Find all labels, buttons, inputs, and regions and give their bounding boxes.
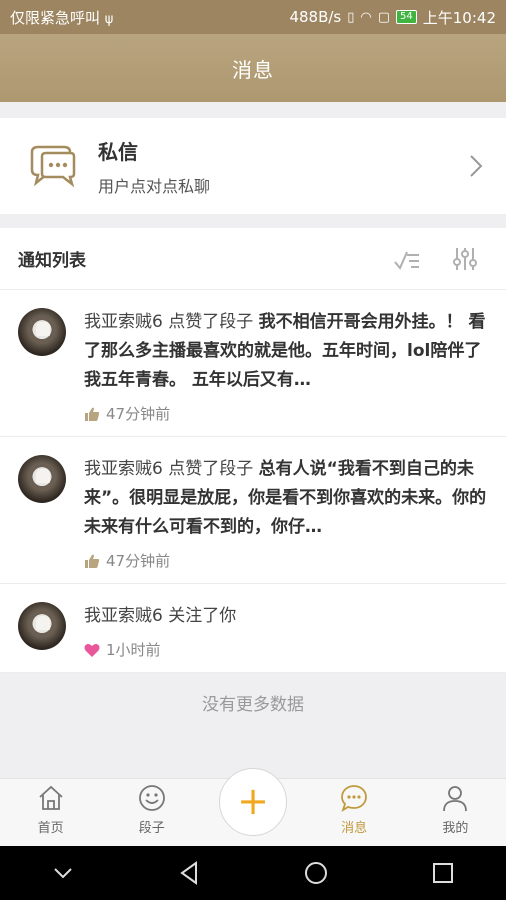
- private-message-text: 私信 用户点对点私聊: [98, 136, 210, 197]
- notification-action: 点赞了段子: [168, 459, 254, 479]
- recent-apps-icon[interactable]: [430, 860, 456, 886]
- avatar[interactable]: [18, 455, 66, 503]
- carrier-text: 仅限紧急呼叫: [10, 8, 101, 27]
- thumbs-up-icon: [85, 554, 100, 568]
- list-item[interactable]: 我亚索贼6 点赞了段子 总有人说“我看不到自己的未来”。很明显是放屁，你是看不到…: [0, 437, 506, 584]
- chevron-right-icon: [470, 155, 483, 177]
- private-message-title: 私信: [98, 139, 138, 164]
- notification-list-header: 通知列表: [0, 228, 506, 290]
- vibrate-icon: ▯: [347, 9, 355, 25]
- notification-action: 关注了你: [168, 606, 237, 626]
- list-header-actions: [392, 244, 480, 274]
- notification-time: 1小时前: [106, 641, 161, 659]
- notification-action: 点赞了段子: [168, 312, 254, 332]
- tab-label: 消息: [341, 821, 368, 836]
- notification-meta: 47分钟前: [84, 550, 488, 571]
- notification-list: 我亚索贼6 点赞了段子 我不相信开哥会用外挂。！ 看了那么多主播最喜欢的就是他。…: [0, 290, 506, 673]
- notification-user[interactable]: 我亚索贼6: [84, 459, 163, 479]
- page-title: 消息: [232, 57, 274, 82]
- tab-label: 首页: [37, 821, 64, 836]
- tab-jokes[interactable]: 段子: [101, 779, 202, 846]
- mark-read-icon[interactable]: [392, 244, 422, 274]
- system-nav-bar: [0, 846, 506, 900]
- list-item[interactable]: 我亚索贼6 点赞了段子 我不相信开哥会用外挂。！ 看了那么多主播最喜欢的就是他。…: [0, 290, 506, 437]
- battery-level: 54: [396, 10, 417, 24]
- notification-meta: 1小时前: [84, 639, 488, 660]
- notification-meta: 47分钟前: [84, 403, 488, 424]
- smiley-icon: [138, 785, 165, 811]
- clock: 上午10:42: [422, 8, 496, 27]
- chevron-down-icon[interactable]: [50, 860, 76, 886]
- notification-text: 我亚索贼6 关注了你: [84, 602, 488, 631]
- notification-time: 47分钟前: [106, 552, 171, 570]
- publish-button[interactable]: +: [219, 768, 287, 836]
- person-icon: [443, 786, 468, 812]
- sim-icon: ▢: [377, 9, 391, 25]
- avatar[interactable]: [18, 308, 66, 356]
- tab-label: 我的: [442, 821, 469, 836]
- notification-list-title: 通知列表: [18, 251, 86, 271]
- notification-time: 47分钟前: [106, 405, 171, 423]
- avatar[interactable]: [18, 602, 66, 650]
- home-icon: [38, 785, 63, 810]
- tab-label: 段子: [138, 821, 165, 836]
- notification-text: 我亚索贼6 点赞了段子 我不相信开哥会用外挂。！ 看了那么多主播最喜欢的就是他。…: [84, 308, 488, 395]
- list-item[interactable]: 我亚索贼6 关注了你 1小时前: [0, 584, 506, 673]
- no-more-data: 没有更多数据: [202, 695, 304, 715]
- nav-header: 消息: [0, 34, 506, 102]
- tab-messages[interactable]: 消息: [304, 779, 405, 846]
- tab-home[interactable]: 首页: [0, 779, 101, 846]
- filter-settings-icon[interactable]: [450, 244, 480, 274]
- plus-icon: +: [237, 778, 269, 823]
- status-left: 仅限紧急呼叫 ψ: [10, 7, 113, 28]
- chat-bubble-icon: [30, 145, 76, 188]
- thumbs-up-icon: [85, 407, 100, 421]
- wifi-icon: ◠: [360, 9, 372, 25]
- back-icon[interactable]: [177, 860, 203, 886]
- notification-text: 我亚索贼6 点赞了段子 总有人说“我看不到自己的未来”。很明显是放屁，你是看不到…: [84, 455, 488, 542]
- notification-user[interactable]: 我亚索贼6: [84, 606, 163, 626]
- private-message-subtitle: 用户点对点私聊: [98, 176, 211, 196]
- message-icon: [341, 785, 368, 813]
- heart-icon: [84, 643, 100, 657]
- battery-icon: 54: [396, 10, 417, 24]
- tab-profile[interactable]: 我的: [405, 779, 506, 846]
- notification-user[interactable]: 我亚索贼6: [84, 312, 163, 332]
- usb-icon: ψ: [104, 11, 114, 27]
- status-bar: 仅限紧急呼叫 ψ 488B/s ▯ ◠ ▢ 54 上午10:42: [0, 0, 506, 34]
- status-right: 488B/s ▯ ◠ ▢ 54 上午10:42: [289, 7, 496, 28]
- home-circle-icon[interactable]: [303, 860, 329, 886]
- private-message-entry[interactable]: 私信 用户点对点私聊: [0, 118, 506, 214]
- network-speed: 488B/s: [289, 8, 342, 26]
